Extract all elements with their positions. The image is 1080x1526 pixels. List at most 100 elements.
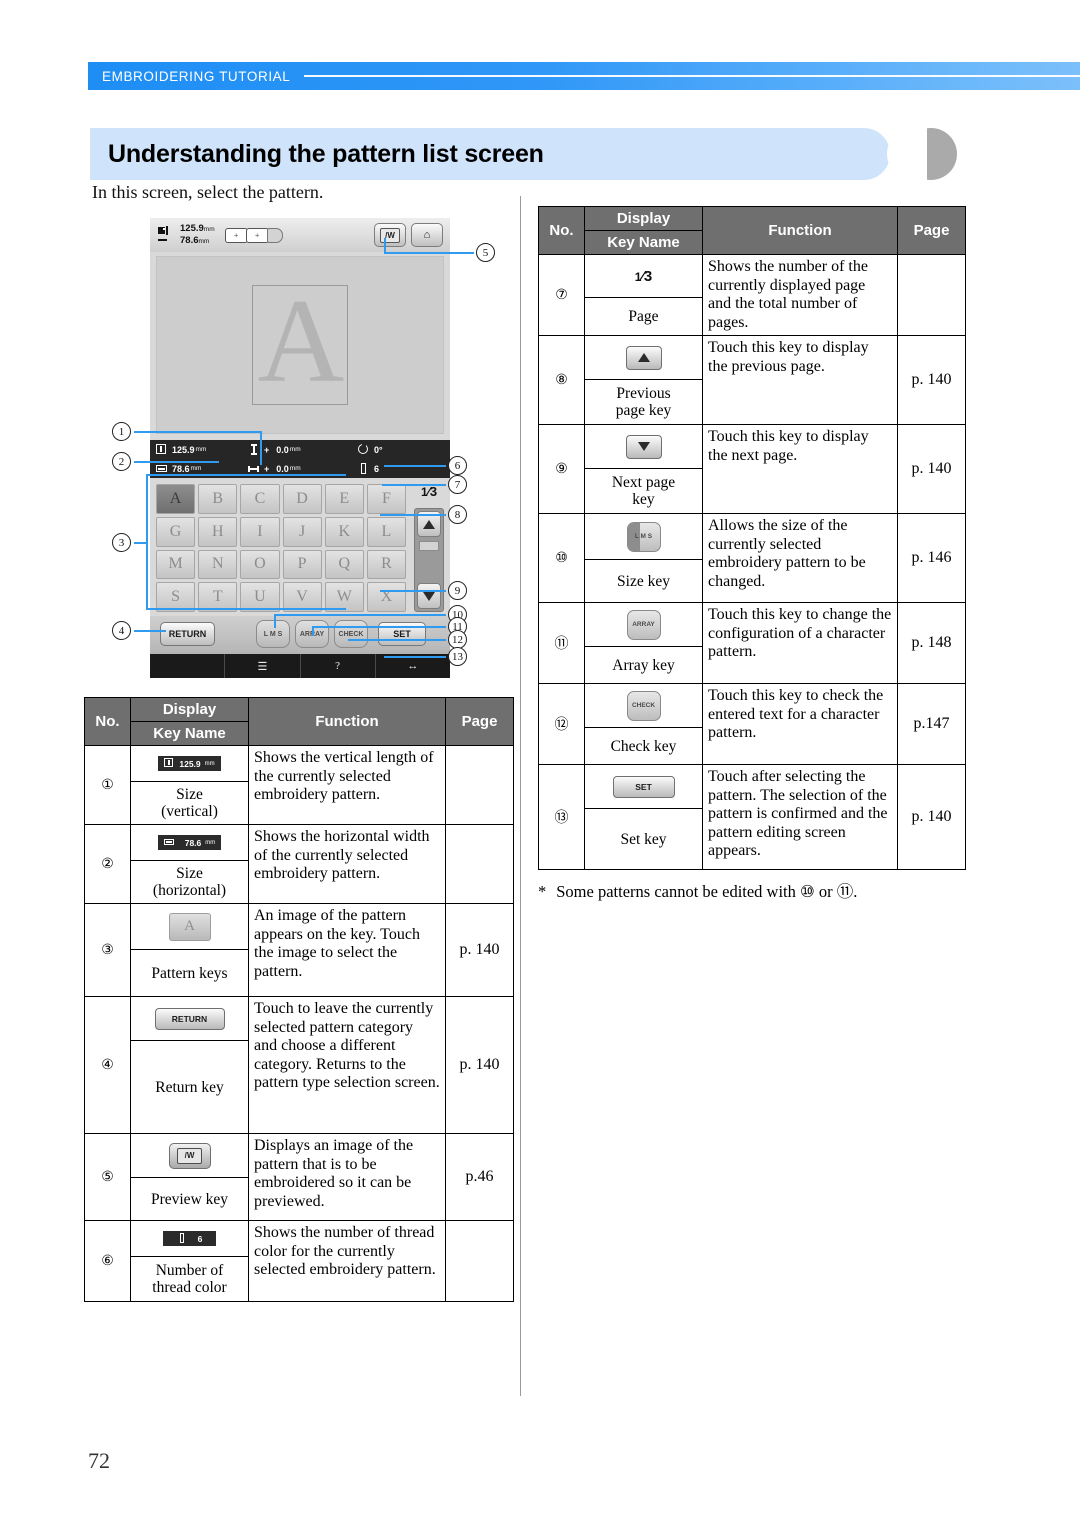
row-display: Previous page key	[584, 335, 703, 425]
leader-line-11b	[312, 626, 446, 628]
row-display: ARRAY Array key	[584, 602, 703, 684]
row-page: p.147	[897, 683, 966, 765]
move-vertical-icon	[248, 443, 260, 456]
next-page-key[interactable]	[417, 583, 441, 609]
row-function: Shows the vertical length of the current…	[248, 745, 446, 825]
return-key[interactable]: RETURN	[160, 622, 215, 646]
callout-4: 4	[112, 621, 131, 640]
home-icon: ⌂	[423, 229, 431, 241]
row-page	[445, 824, 514, 904]
size-vertical-chip: 125.9 mm	[158, 756, 221, 771]
pattern-key[interactable]: F	[366, 484, 406, 514]
display-sample: L M S	[585, 514, 702, 560]
row-key-name: Preview key	[150, 1190, 229, 1208]
preview-key-icon: /W	[380, 227, 400, 243]
display-sample	[585, 336, 702, 380]
pattern-key[interactable]: L	[366, 516, 406, 547]
row-key-name: Number of thread color	[152, 1262, 227, 1296]
size-key-label: L M S	[634, 533, 653, 540]
header-key-name: Key Name	[584, 230, 703, 255]
leader-line-6	[384, 465, 446, 467]
machine-screen-figure: 125.9mm 78.6 mm + + /W ⌂ A 125.9 mm + 0.0…	[84, 212, 514, 697]
pattern-key-sample: A	[168, 912, 211, 941]
row-page: p.46	[445, 1133, 514, 1221]
chevron-up-icon	[423, 519, 435, 529]
row-no: ⑨	[538, 424, 585, 514]
pattern-key[interactable]: R	[366, 549, 406, 580]
size-horizontal-chip: 78.6 mm	[157, 835, 222, 850]
preview-key[interactable]: /W	[374, 223, 406, 247]
footnote-text: Some patterns cannot be edited with ⑩ or…	[556, 882, 858, 901]
title-bar-gray-crescent	[887, 128, 957, 180]
row-function: Touch this key to display the next page.	[702, 424, 898, 514]
leader-line-7	[382, 484, 446, 486]
page-fraction-sample: 1⁄3	[635, 268, 653, 285]
info-offset-h-value: 0.0	[276, 463, 289, 474]
row-key-name: Previous page key	[615, 385, 672, 419]
row-key-name: Array key	[612, 656, 675, 674]
chip-value: 6	[197, 1233, 203, 1244]
row-function: Shows the number of thread color for the…	[248, 1220, 446, 1302]
row-key-name: Check key	[610, 737, 677, 755]
table-row: ⑫ CHECK Check key Touch this key to chec…	[538, 683, 966, 765]
table-row: ④ RETURN Return key Touch to leave the c…	[84, 996, 514, 1134]
display-sample: SET	[585, 765, 702, 809]
info-horizontal-value: 78.6	[172, 463, 190, 474]
hoop-selection-icons: + +	[224, 227, 283, 243]
display-sample: /W	[131, 1134, 248, 1178]
row-display: SET Set key	[584, 764, 703, 870]
size-key[interactable]: L M S	[256, 620, 290, 648]
header-page: Page	[445, 697, 514, 746]
page-indicator: 1⁄3	[412, 484, 446, 506]
size-indicator-icon	[158, 226, 176, 244]
info-thread-value: 6	[374, 463, 380, 474]
table-header-row: No. Display Function Page	[84, 697, 514, 746]
display-sample: 6	[131, 1221, 248, 1257]
next-page-key-sample	[625, 434, 662, 459]
callout-6: 6	[448, 456, 467, 475]
row-key-name: Set key	[620, 830, 667, 848]
callout-3: 3	[112, 533, 131, 552]
home-key[interactable]: ⌂	[411, 223, 443, 247]
header-function: Function	[248, 697, 446, 746]
callout-8: 8	[448, 505, 467, 524]
lcd-info-row-top: 125.9 mm + 0.0 mm 0 °	[150, 440, 450, 459]
row-function: Touch after selecting the pattern. The s…	[702, 764, 898, 870]
preview-key-icon: /W	[177, 1147, 202, 1164]
row-function: Displays an image of the pattern that is…	[248, 1133, 446, 1221]
info-thread-colors: 6	[358, 462, 380, 475]
settings-list-icon[interactable]: ☰	[225, 654, 301, 678]
header-no: No.	[538, 206, 585, 255]
row-display: A Pattern keys	[130, 903, 249, 997]
chevron-up-icon	[637, 353, 650, 362]
pattern-key[interactable]: X	[366, 582, 406, 612]
callout-2: 2	[112, 452, 131, 471]
row-no: ①	[84, 745, 131, 825]
info-offset-horizontal: + 0.0 mm	[248, 463, 358, 475]
row-no: ⑬	[538, 764, 585, 870]
row-page: p. 148	[897, 602, 966, 684]
row-page: p. 140	[897, 764, 966, 870]
scrollbar-thumb[interactable]	[419, 541, 439, 551]
row-display: 1⁄3 Page	[584, 254, 703, 336]
row-page: p. 140	[897, 335, 966, 425]
lcd-unit-h: mm	[198, 238, 210, 245]
vertical-size-icon	[164, 758, 175, 769]
left-column: 125.9mm 78.6mm + + /W ⌂ A 125.9 mm + 0.0…	[84, 212, 514, 1302]
leader-line-5	[384, 252, 474, 254]
check-key[interactable]: CHECK	[334, 620, 368, 648]
page-scrollbar[interactable]	[414, 508, 444, 612]
page-total: 3	[429, 484, 438, 499]
row-page: p. 140	[897, 424, 966, 514]
chip-value: 125.9	[179, 758, 201, 769]
row-page	[445, 745, 514, 825]
display-sample: 1⁄3	[585, 256, 702, 298]
move-horizontal-icon	[248, 463, 260, 475]
info-size-vertical: 125.9 mm	[156, 443, 248, 456]
column-divider	[520, 196, 521, 1396]
display-sample: ARRAY	[585, 603, 702, 647]
table-row: ⑨ Next page key Touch this key to displa…	[538, 424, 966, 514]
help-icon[interactable]: ?	[301, 654, 376, 678]
row-display: 78.6 mm Size (horizontal)	[130, 824, 249, 904]
leader-line-5b	[384, 238, 386, 254]
